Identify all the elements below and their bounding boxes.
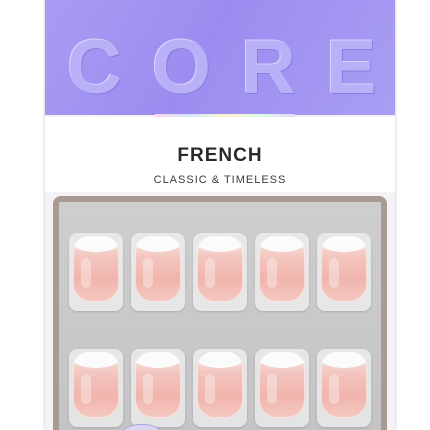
tray-inner: [59, 202, 381, 430]
brand-header: CORE: [45, 0, 395, 115]
nail-slot: [131, 233, 185, 311]
nail-slot: [317, 349, 371, 427]
nail-slot: [255, 349, 309, 427]
french-nail: [135, 236, 181, 302]
french-nail: [73, 352, 119, 418]
brand-logo: CORE: [67, 25, 395, 110]
nail-slot: [193, 233, 247, 311]
nail-package: CORE FRENCH CLASSIC & TIMELESS: [45, 0, 395, 430]
french-nail: [197, 352, 243, 418]
nail-slot: [131, 349, 185, 427]
french-nail: [73, 236, 119, 302]
product-info: FRENCH CLASSIC & TIMELESS: [45, 117, 395, 192]
nail-slot: [317, 233, 371, 311]
nail-slot: [69, 233, 123, 311]
product-subtitle: CLASSIC & TIMELESS: [153, 174, 287, 186]
nail-tray: [53, 196, 387, 430]
french-nail: [321, 352, 367, 418]
nail-slot: [69, 349, 123, 427]
french-nail: [197, 236, 243, 302]
french-nail: [135, 352, 181, 418]
french-nail: [321, 236, 367, 302]
nail-slot: [255, 233, 309, 311]
nail-slot: [193, 349, 247, 427]
french-nail: [259, 352, 305, 418]
product-title: FRENCH: [177, 145, 263, 166]
french-nail: [259, 236, 305, 302]
